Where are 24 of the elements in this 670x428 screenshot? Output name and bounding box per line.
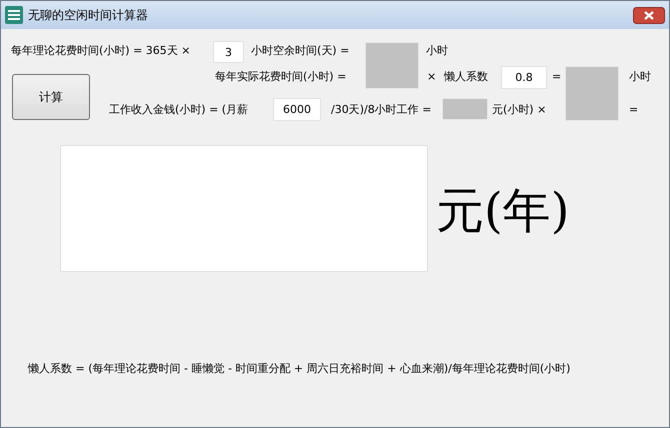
formula-label: /30天)/8小时工作 =	[331, 102, 432, 118]
window-title: 无聊的空闲时间计算器	[28, 6, 149, 24]
formula-label: 小时空余时间(天) =	[251, 43, 350, 59]
output-box	[565, 66, 619, 121]
equals-sign: =	[552, 69, 562, 85]
formula-label: 每年实际花费时间(小时) =	[215, 69, 346, 85]
formula-label: 每年理论花费时间(小时) = 365天 ×	[11, 43, 191, 59]
output-box	[365, 42, 419, 89]
close-button[interactable]	[633, 6, 665, 24]
hours-input[interactable]: 3	[213, 41, 244, 63]
salary-input[interactable]: 6000	[273, 98, 321, 121]
formula-note: 懒人系数 = (每年理论花费时间 - 睡懒觉 - 时间重分配 + 周六日充裕时间 + 心血来潮)/每年理论花费时间(小时)	[28, 361, 570, 377]
result-unit: 元(年)	[436, 182, 570, 241]
equals-sign: =	[629, 102, 638, 118]
formula-label: 工作收入金钱(小时) = (月薪	[109, 102, 248, 118]
factor-label: 懒人系数	[444, 69, 488, 85]
factor-input[interactable]: 0.8	[501, 66, 547, 89]
app-icon	[5, 6, 23, 24]
unit-label: 小时	[629, 69, 651, 85]
calculate-button[interactable]: 计算	[12, 74, 90, 120]
formula-label: 元(小时) ×	[492, 102, 546, 118]
times-sign: ×	[427, 69, 436, 85]
unit-label: 小时	[426, 43, 448, 59]
output-box	[442, 98, 488, 120]
